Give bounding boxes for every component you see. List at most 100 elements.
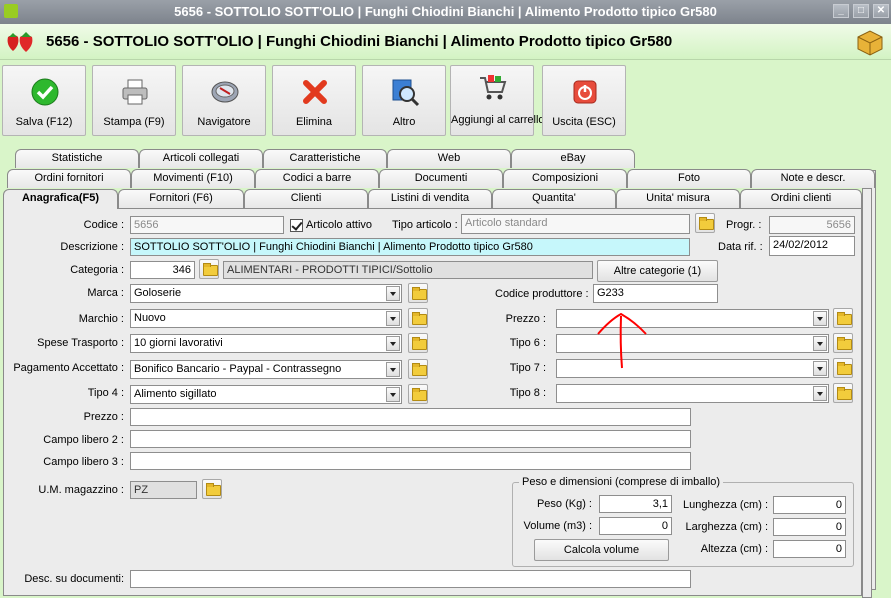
codice-field[interactable]: 5656 — [130, 216, 284, 234]
data-rif-field[interactable]: 24/02/2012 — [769, 236, 855, 256]
tipo4-label: Tipo 4 : — [87, 387, 124, 399]
tab-articoli-collegati[interactable]: Articoli collegati — [139, 149, 263, 168]
tab-statistiche[interactable]: Statistiche — [15, 149, 139, 168]
um-magazzino-folder-button[interactable] — [202, 479, 222, 499]
marca-value: Goloserie — [134, 287, 182, 299]
chevron-down-icon[interactable] — [813, 386, 827, 401]
strawberry-icon — [7, 32, 33, 52]
articolo-attivo-checkbox[interactable] — [290, 219, 303, 232]
volume-label: Volume (m3) : — [523, 520, 592, 532]
larghezza-label: Larghezza (cm) : — [685, 521, 768, 533]
add-to-cart-button[interactable]: Aggiungi al carrello — [450, 65, 545, 136]
codice-label: Codice : — [83, 219, 124, 231]
altezza-field[interactable]: 0 — [773, 540, 846, 558]
toolbar: Salva (F12) Stampa (F9) Navigatore Elimi… — [0, 60, 891, 140]
desc-documenti-field[interactable] — [130, 570, 691, 588]
minimize-button[interactable]: _ — [833, 4, 849, 18]
categoria-code-field[interactable]: 346 — [130, 261, 195, 279]
print-button[interactable]: Stampa (F9) — [92, 65, 176, 136]
tab-note-e-descr[interactable]: Note e descr. — [751, 169, 875, 188]
chevron-down-icon[interactable] — [386, 336, 400, 351]
window-titlebar[interactable]: 5656 - SOTTOLIO SOTT'OLIO | Funghi Chiod… — [0, 0, 891, 24]
pagamento-select[interactable]: Bonifico Bancario - Paypal - Contrassegn… — [130, 360, 402, 379]
chevron-down-icon[interactable] — [813, 311, 827, 326]
tab-quantita[interactable]: Quantita' — [492, 189, 616, 208]
tab-composizioni[interactable]: Composizioni — [503, 169, 627, 188]
peso-field[interactable]: 3,1 — [599, 495, 672, 513]
tab-movimenti[interactable]: Movimenti (F10) — [131, 169, 255, 188]
tab-clienti[interactable]: Clienti — [244, 189, 368, 208]
chevron-down-icon[interactable] — [386, 311, 400, 326]
tipo-articolo-folder-button[interactable] — [695, 213, 715, 233]
descrizione-field[interactable]: SOTTOLIO SOTT'OLIO | Funghi Chiodini Bia… — [130, 238, 690, 256]
delete-button[interactable]: Elimina — [272, 65, 356, 136]
chevron-down-icon[interactable] — [813, 361, 827, 376]
calcola-volume-button[interactable]: Calcola volume — [534, 539, 669, 561]
chevron-down-icon[interactable] — [386, 286, 400, 301]
tipo8-label: Tipo 8 : — [509, 387, 546, 399]
maximize-button[interactable]: □ — [853, 4, 869, 18]
marca-select[interactable]: Goloserie — [130, 284, 402, 303]
tab-anagrafica[interactable]: Anagrafica(F5) — [3, 189, 118, 209]
spese-trasporto-select[interactable]: 10 giorni lavorativi — [130, 334, 402, 353]
print-button-label: Stampa (F9) — [103, 116, 165, 128]
um-magazzino-field[interactable]: PZ — [130, 481, 197, 499]
volume-field[interactable]: 0 — [599, 517, 672, 535]
tab-ordini-fornitori[interactable]: Ordini fornitori — [7, 169, 131, 188]
tab-listini-di-vendita[interactable]: Listini di vendita — [368, 189, 492, 208]
tipo4-select[interactable]: Alimento sigillato — [130, 385, 402, 404]
altre-categorie-button[interactable]: Altre categorie (1) — [597, 260, 718, 282]
tipo6-folder-button[interactable] — [833, 333, 853, 353]
progr-label: Progr. : — [726, 219, 762, 231]
tab-documenti[interactable]: Documenti — [379, 169, 503, 188]
marca-label: Marca : — [87, 287, 124, 299]
progr-field[interactable]: 5656 — [769, 216, 855, 234]
tab-unita-misura[interactable]: Unita' misura — [616, 189, 740, 208]
tab-foto[interactable]: Foto — [627, 169, 751, 188]
prezzo-combo-label: Prezzo : — [505, 313, 546, 325]
tipo-articolo-label: Tipo articolo : — [392, 219, 458, 231]
codice-produttore-field[interactable]: G233 — [593, 284, 718, 303]
prezzo-folder-button[interactable] — [833, 308, 853, 328]
tab-ordini-clienti[interactable]: Ordini clienti — [740, 189, 862, 208]
prezzo-text-field[interactable] — [130, 408, 691, 426]
tab-fornitori[interactable]: Fornitori (F6) — [118, 189, 244, 208]
marchio-select[interactable]: Nuovo — [130, 309, 402, 328]
lunghezza-field[interactable]: 0 — [773, 496, 846, 514]
navigator-button[interactable]: Navigatore — [182, 65, 266, 136]
annotation-arrow-icon — [597, 312, 647, 369]
larghezza-field[interactable]: 0 — [773, 518, 846, 536]
tipo8-select[interactable] — [556, 384, 829, 403]
save-button[interactable]: Salva (F12) — [2, 65, 86, 136]
compass-icon — [211, 81, 239, 103]
tipo4-folder-button[interactable] — [408, 384, 428, 404]
more-button[interactable]: Altro — [362, 65, 446, 136]
spese-trasporto-folder-button[interactable] — [408, 333, 428, 353]
cart-icon — [480, 75, 507, 100]
record-header: 5656 - SOTTOLIO SOTT'OLIO | Funghi Chiod… — [0, 24, 891, 60]
codice-produttore-label: Codice produttore : — [495, 288, 589, 300]
exit-button[interactable]: Uscita (ESC) — [542, 65, 626, 136]
chevron-down-icon[interactable] — [386, 362, 400, 377]
search-icon — [392, 79, 420, 107]
save-button-label: Salva (F12) — [15, 116, 73, 128]
chevron-down-icon[interactable] — [813, 336, 827, 351]
campo-libero3-field[interactable] — [130, 452, 691, 470]
pagamento-folder-button[interactable] — [408, 359, 428, 379]
categoria-folder-button[interactable] — [199, 259, 219, 279]
lunghezza-label: Lunghezza (cm) : — [683, 499, 768, 511]
marchio-folder-button[interactable] — [408, 308, 428, 328]
tipo8-folder-button[interactable] — [833, 383, 853, 403]
boxes-icon — [857, 30, 883, 56]
marca-folder-button[interactable] — [408, 283, 428, 303]
chevron-down-icon[interactable] — [386, 387, 400, 402]
tab-ebay[interactable]: eBay — [511, 149, 635, 168]
tipo7-folder-button[interactable] — [833, 358, 853, 378]
tab-web[interactable]: Web — [387, 149, 511, 168]
campo-libero2-field[interactable] — [130, 430, 691, 448]
tab-caratteristiche[interactable]: Caratteristiche — [263, 149, 387, 168]
tab-codici-a-barre[interactable]: Codici a barre — [255, 169, 379, 188]
data-rif-label: Data rif. : — [718, 241, 763, 253]
tipo-articolo-field[interactable]: Articolo standard — [461, 214, 690, 234]
close-button[interactable]: ✕ — [873, 4, 889, 18]
